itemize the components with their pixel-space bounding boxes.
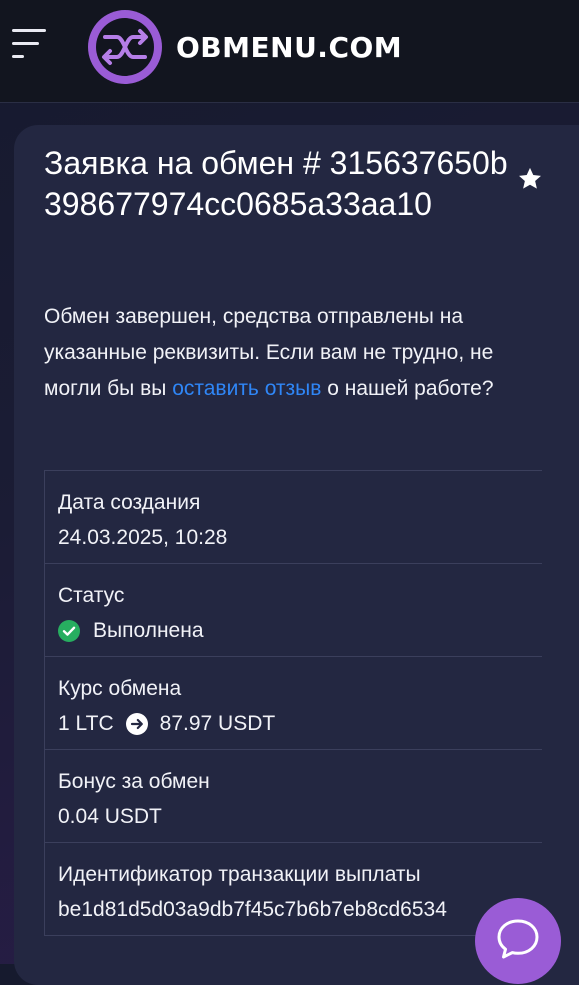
rate-from: 1 LTC bbox=[58, 712, 114, 735]
order-title-prefix: Заявка на обмен # bbox=[44, 145, 321, 181]
chat-button[interactable] bbox=[475, 898, 561, 984]
created-value: 24.03.2025, 10:28 bbox=[58, 526, 228, 549]
order-details-list: Дата создания 24.03.2025, 10:28 Статус В… bbox=[44, 470, 542, 936]
message-text-after: о нашей работе? bbox=[321, 377, 494, 400]
menu-button[interactable] bbox=[10, 26, 50, 62]
order-title: Заявка на обмен # 315637650b398677974cc0… bbox=[44, 143, 524, 225]
leave-review-link[interactable]: оставить отзыв bbox=[172, 377, 321, 400]
detail-row-rate: Курс обмена 1 LTC 87.97 USDT bbox=[44, 657, 542, 750]
txid-value: be1d81d5d03a9db7f45c7b6b7eb8cd6534 bbox=[58, 898, 447, 921]
detail-row-bonus: Бонус за обмен 0.04 USDT bbox=[44, 750, 542, 843]
chat-bubble-icon bbox=[497, 919, 539, 959]
completion-message: Обмен завершен, средства отправлены на у… bbox=[44, 299, 524, 407]
rate-to: 87.97 USDT bbox=[159, 712, 276, 735]
hamburger-icon-line bbox=[12, 55, 24, 58]
rate-value: 1 LTC 87.97 USDT bbox=[58, 712, 275, 736]
check-circle-icon bbox=[58, 620, 80, 642]
order-card: Заявка на обмен # 315637650b398677974cc0… bbox=[14, 125, 579, 985]
hamburger-icon-line bbox=[12, 42, 39, 45]
status-label: Статус bbox=[58, 584, 125, 607]
arrow-right-circle-icon bbox=[125, 713, 148, 735]
rate-label: Курс обмена bbox=[58, 677, 182, 700]
bonus-value: 0.04 USDT bbox=[58, 805, 162, 828]
site-header: OBMENU.COM bbox=[0, 0, 579, 103]
created-label: Дата создания bbox=[58, 491, 201, 514]
logo-text: OBMENU.COM bbox=[176, 30, 403, 64]
status-text: Выполнена bbox=[93, 619, 204, 642]
hamburger-icon-line bbox=[12, 29, 46, 32]
txid-label: Идентификатор транзакции выплаты bbox=[58, 863, 421, 886]
bonus-label: Бонус за обмен bbox=[58, 770, 210, 793]
detail-row-created: Дата создания 24.03.2025, 10:28 bbox=[44, 471, 542, 564]
site-logo-link[interactable]: OBMENU.COM bbox=[86, 8, 402, 86]
exchange-arrows-logo-icon bbox=[88, 10, 162, 84]
status-value: Выполнена bbox=[58, 619, 204, 643]
star-icon[interactable] bbox=[516, 165, 544, 193]
detail-row-txid: Идентификатор транзакции выплаты be1d81d… bbox=[44, 843, 542, 936]
detail-row-status: Статус Выполнена bbox=[44, 564, 542, 657]
